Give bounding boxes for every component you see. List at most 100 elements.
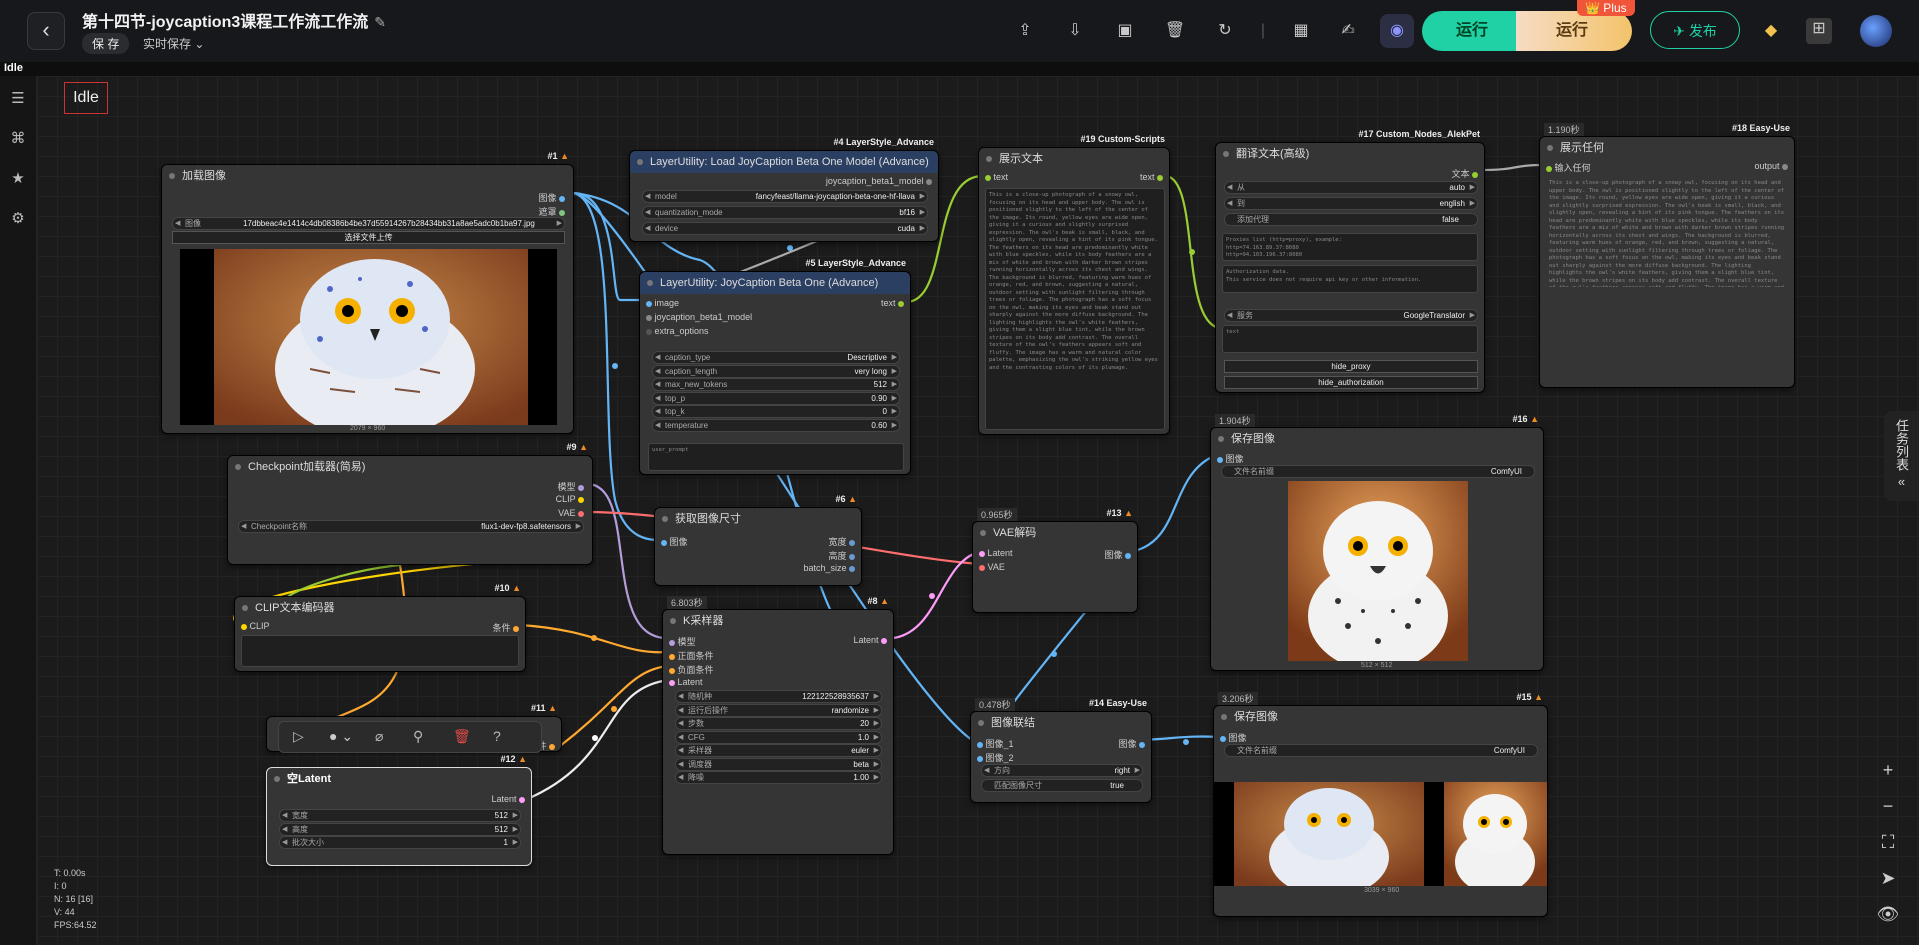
translate-text-input[interactable]: text bbox=[1222, 325, 1478, 353]
node-title[interactable]: CLIP文本编码器 bbox=[235, 597, 525, 619]
to-language-select[interactable]: 到 english bbox=[1224, 197, 1478, 210]
toggle-links-icon[interactable]: 👁 bbox=[1874, 900, 1902, 928]
upload-icon[interactable]: ⇪ bbox=[1014, 20, 1036, 42]
widget-3[interactable]: CFG 1.0 bbox=[675, 730, 882, 744]
output-image[interactable]: 图像 bbox=[538, 191, 565, 204]
grid-icon[interactable]: ▦ bbox=[1290, 20, 1312, 42]
node-ksampler[interactable]: 6.803秒 #8 ▲ K采样器 模型 正面条件 负面条件 Latent Lat… bbox=[662, 596, 894, 855]
widget-6[interactable]: 降噪 1.00 bbox=[675, 771, 882, 784]
input-model[interactable]: joycaption_beta1_model bbox=[646, 312, 752, 322]
node-title[interactable]: 获取图像尺寸 bbox=[655, 508, 861, 530]
widget-5[interactable]: 调度器 beta bbox=[675, 757, 882, 771]
queue-icon[interactable]: ☰ bbox=[9, 90, 27, 108]
node-title[interactable]: 翻译文本(高级) bbox=[1216, 143, 1484, 165]
output-model[interactable]: 模型 bbox=[557, 480, 584, 493]
upload-button[interactable]: 选择文件上传 bbox=[172, 231, 565, 244]
filename-prefix-input[interactable]: 文件名前缀 ComfyUI bbox=[1224, 744, 1538, 757]
output-conditioning[interactable]: 条件 bbox=[492, 621, 519, 634]
screenshot-icon[interactable]: ▣ bbox=[1114, 20, 1136, 42]
node-clip-text-encode[interactable]: #10 ▲ CLIP文本编码器 CLIP 条件 bbox=[234, 583, 526, 672]
back-button[interactable]: ‹ bbox=[27, 12, 65, 50]
output-image[interactable]: 图像 bbox=[1118, 737, 1145, 750]
text-display[interactable]: This is a close-up photograph of a snowy… bbox=[985, 188, 1165, 430]
run-plus-button[interactable]: 运行 bbox=[1516, 11, 1632, 51]
widget-4[interactable]: top_k 0 bbox=[652, 405, 900, 418]
device-select[interactable]: device cuda bbox=[642, 222, 928, 235]
node-title[interactable]: 保存图像 bbox=[1211, 428, 1543, 450]
run-button[interactable]: 运行 bbox=[1422, 11, 1522, 51]
node-title[interactable]: 加载图像 bbox=[162, 165, 573, 187]
input-positive[interactable]: 正面条件 bbox=[669, 649, 714, 662]
language-icon[interactable]: ⊞ bbox=[1806, 18, 1832, 44]
save-button[interactable]: 保 存 bbox=[82, 33, 130, 54]
fit-view-icon[interactable]: ⛶ bbox=[1874, 828, 1902, 856]
node-load-joycaption-model[interactable]: #4 LayerStyle_Advance LayerUtility: Load… bbox=[629, 137, 939, 242]
zoom-in-icon[interactable]: + bbox=[1874, 756, 1902, 784]
widget-2[interactable]: 批次大小 1 bbox=[279, 836, 521, 849]
node-title[interactable]: 展示任何 bbox=[1540, 137, 1794, 159]
input-clip[interactable]: CLIP bbox=[241, 621, 270, 631]
input-extra-options[interactable]: extra_options bbox=[646, 326, 709, 336]
output-batch-size[interactable]: batch_size bbox=[803, 563, 855, 573]
node-show-any[interactable]: 1.190秒 #18 Easy-Use 展示任何 输入任何 output Thi… bbox=[1539, 123, 1795, 388]
match-size-toggle[interactable]: 匹配图像尺寸 true bbox=[981, 779, 1143, 792]
node-title[interactable]: LayerUtility: Load JoyCaption Beta One M… bbox=[630, 151, 938, 173]
input-image[interactable]: 图像 bbox=[1220, 731, 1247, 744]
diamond-icon[interactable]: ◆ bbox=[1760, 20, 1782, 42]
output-model[interactable]: joycaption_beta1_model bbox=[826, 176, 932, 186]
clip-text-input[interactable] bbox=[241, 635, 519, 667]
node-title[interactable]: 图像联结 bbox=[971, 712, 1151, 734]
input-image-1[interactable]: 图像_1 bbox=[977, 737, 1014, 750]
settings-icon[interactable]: ⚙ bbox=[9, 210, 27, 228]
service-select[interactable]: 服务 GoogleTranslator bbox=[1224, 309, 1478, 322]
input-image[interactable]: image bbox=[646, 298, 679, 308]
auth-text-input[interactable]: Authorization data. This service does no… bbox=[1222, 265, 1478, 293]
output-text[interactable]: text bbox=[1140, 172, 1163, 182]
help-icon[interactable]: ? bbox=[493, 728, 501, 744]
favorites-icon[interactable]: ★ bbox=[9, 170, 27, 188]
widget-0[interactable]: 随机种 122122528935637 bbox=[675, 690, 882, 703]
node-image-concat[interactable]: 0.478秒 #14 Easy-Use 图像联结 图像_1 图像_2 图像 方向… bbox=[970, 698, 1152, 803]
filename-prefix-input[interactable]: 文件名前缀 ComfyUI bbox=[1221, 465, 1535, 478]
edit-title-icon[interactable]: ✎ bbox=[374, 14, 386, 30]
discord-icon[interactable]: ◉ bbox=[1380, 14, 1414, 48]
widget-0[interactable]: caption_type Descriptive bbox=[652, 351, 900, 364]
node-joycaption[interactable]: #5 LayerStyle_Advance LayerUtility: JoyC… bbox=[639, 258, 911, 475]
node-title[interactable]: 保存图像 bbox=[1214, 706, 1547, 728]
widget-1[interactable]: caption_length very long bbox=[652, 364, 900, 378]
node-title[interactable]: Checkpoint加载器(简易) bbox=[228, 456, 592, 478]
quantization-select[interactable]: quantization_mode bf16 bbox=[642, 206, 928, 219]
select-mode-icon[interactable]: ➤ bbox=[1874, 864, 1902, 892]
hide-authorization-button[interactable]: hide_authorization bbox=[1224, 376, 1478, 389]
zoom-out-icon[interactable]: − bbox=[1874, 792, 1902, 820]
node-title[interactable]: VAE解码 bbox=[973, 522, 1137, 544]
widget-1[interactable]: 运行后操作 randomize bbox=[675, 703, 882, 717]
output-image[interactable]: 图像 bbox=[1104, 548, 1131, 561]
image-select[interactable]: 图像 17dbbeac4e1414c4db08386b4be37d55914267… bbox=[172, 217, 565, 230]
refresh-icon[interactable]: ↻ bbox=[1214, 20, 1236, 42]
output-text[interactable]: text bbox=[881, 298, 904, 308]
autosave-dropdown[interactable]: 实时保存 ⌄ bbox=[143, 35, 204, 52]
node-title[interactable]: 空Latent bbox=[267, 768, 531, 790]
output-clip[interactable]: CLIP bbox=[556, 494, 584, 504]
widget-3[interactable]: top_p 0.90 bbox=[652, 391, 900, 405]
output-vae[interactable]: VAE bbox=[558, 508, 584, 518]
input-text[interactable]: text bbox=[985, 172, 1008, 182]
delete-icon[interactable]: 🗑 bbox=[1164, 20, 1186, 42]
output-height[interactable]: 高度 bbox=[828, 549, 855, 562]
color-picker-icon[interactable]: ● ⌄ bbox=[329, 728, 353, 745]
run-selected-icon[interactable]: ▷ bbox=[293, 728, 304, 745]
widget-2[interactable]: 步数 20 bbox=[675, 717, 882, 730]
node-title[interactable]: K采样器 bbox=[663, 610, 893, 632]
direction-select[interactable]: 方向 right bbox=[981, 764, 1143, 777]
node-load-image[interactable]: #1 ▲ 加载图像 图像 遮罩 图像 17dbbeac4e1414c4db0838… bbox=[161, 151, 574, 434]
node-save-image-2[interactable]: 3.206秒 #15 ▲ 保存图像 图像 文件名前缀 ComfyUI 3039 ×… bbox=[1213, 692, 1548, 917]
hide-proxy-button[interactable]: hide_proxy bbox=[1224, 360, 1478, 373]
user-prompt-input[interactable]: user_prompt bbox=[648, 443, 904, 471]
input-image[interactable]: 图像 bbox=[661, 535, 688, 548]
task-list-tab[interactable]: 任务列表 « bbox=[1884, 411, 1919, 501]
output-text[interactable]: 文本 bbox=[1451, 167, 1478, 180]
delete-node-icon[interactable]: 🗑 bbox=[453, 728, 471, 745]
input-image-2[interactable]: 图像_2 bbox=[977, 751, 1014, 764]
input-any[interactable]: 输入任何 bbox=[1546, 161, 1591, 174]
